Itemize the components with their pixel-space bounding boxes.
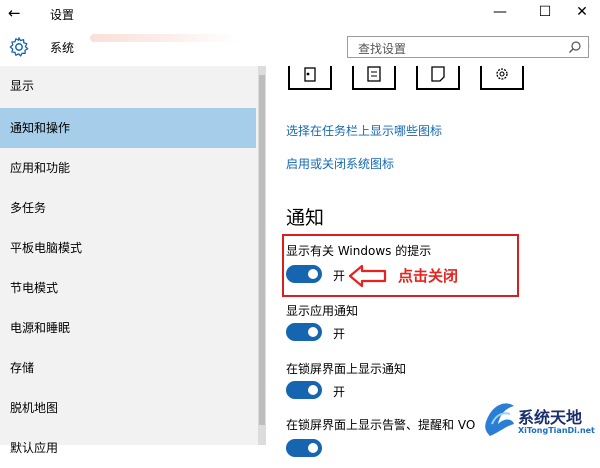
toggle-state: 开 — [333, 385, 346, 399]
quick-action-tile[interactable] — [288, 66, 332, 90]
sidebar-item-power-sleep[interactable]: 电源和睡眠 — [0, 308, 256, 348]
search-placeholder: 查找设置 — [358, 42, 407, 56]
setting-label: 在锁屏界面上显示通知 — [286, 362, 407, 376]
page-title: 系统 — [50, 41, 75, 55]
app-notifications-toggle[interactable] — [286, 323, 322, 341]
callout-text: 点击关闭 — [398, 267, 459, 285]
sidebar: 显示 通知和操作 应用和功能 多任务 平板电脑模式 节电模式 电源和睡眠 存储 … — [0, 66, 266, 455]
settings-icon — [496, 68, 508, 80]
sidebar-item-offline-maps[interactable]: 脱机地图 — [0, 388, 256, 428]
back-icon[interactable]: ← — [8, 4, 21, 22]
gear-icon — [9, 37, 29, 57]
watermark-url: XiTongTianDi.net — [518, 426, 595, 435]
sidebar-item-default-apps[interactable]: 默认应用 — [0, 428, 256, 468]
notifications-heading: 通知 — [286, 207, 325, 229]
lockscreen-alarms-toggle[interactable] — [286, 439, 322, 457]
decorative-blur — [90, 34, 240, 42]
maximize-button[interactable]: ☐ — [525, 4, 565, 20]
page-icon — [431, 66, 445, 82]
arrow-left-icon — [348, 264, 387, 288]
quick-action-tile[interactable] — [352, 66, 396, 90]
setting-label: 在锁屏界面上显示告警、提醒和 VO — [286, 418, 476, 432]
search-icon[interactable] — [568, 40, 582, 54]
sidebar-item-notifications[interactable]: 通知和操作 — [0, 108, 256, 148]
quick-action-tile[interactable] — [416, 66, 460, 90]
title-bar: ← 设置 — ☐ ✕ — [0, 0, 600, 28]
sidebar-item-tablet-mode[interactable]: 平板电脑模式 — [0, 228, 256, 268]
close-button[interactable]: ✕ — [562, 4, 600, 20]
sidebar-item-storage[interactable]: 存储 — [0, 348, 256, 388]
setting-label: 显示应用通知 — [286, 304, 359, 318]
note-icon — [367, 66, 381, 82]
toggle-state: 开 — [333, 327, 346, 341]
sidebar-item-battery-saver[interactable]: 节电模式 — [0, 268, 256, 308]
system-icons-link[interactable]: 启用或关闭系统图标 — [286, 155, 394, 172]
watermark-brand: 系统天地 — [518, 408, 583, 427]
sidebar-item-display[interactable]: 显示 — [0, 66, 256, 106]
window-title: 设置 — [50, 8, 75, 22]
lockscreen-notifications-toggle[interactable] — [286, 381, 322, 399]
search-input[interactable]: 查找设置 — [347, 36, 589, 58]
sidebar-scrollbar-thumb[interactable] — [259, 75, 265, 425]
taskbar-icons-link[interactable]: 选择在任务栏上显示哪些图标 — [286, 122, 442, 139]
sidebar-item-apps[interactable]: 应用和功能 — [0, 148, 256, 188]
minimize-button[interactable]: — — [480, 4, 520, 20]
quick-action-tile[interactable] — [480, 66, 524, 90]
tablet-icon — [304, 67, 316, 82]
sidebar-item-multitasking[interactable]: 多任务 — [0, 188, 256, 228]
